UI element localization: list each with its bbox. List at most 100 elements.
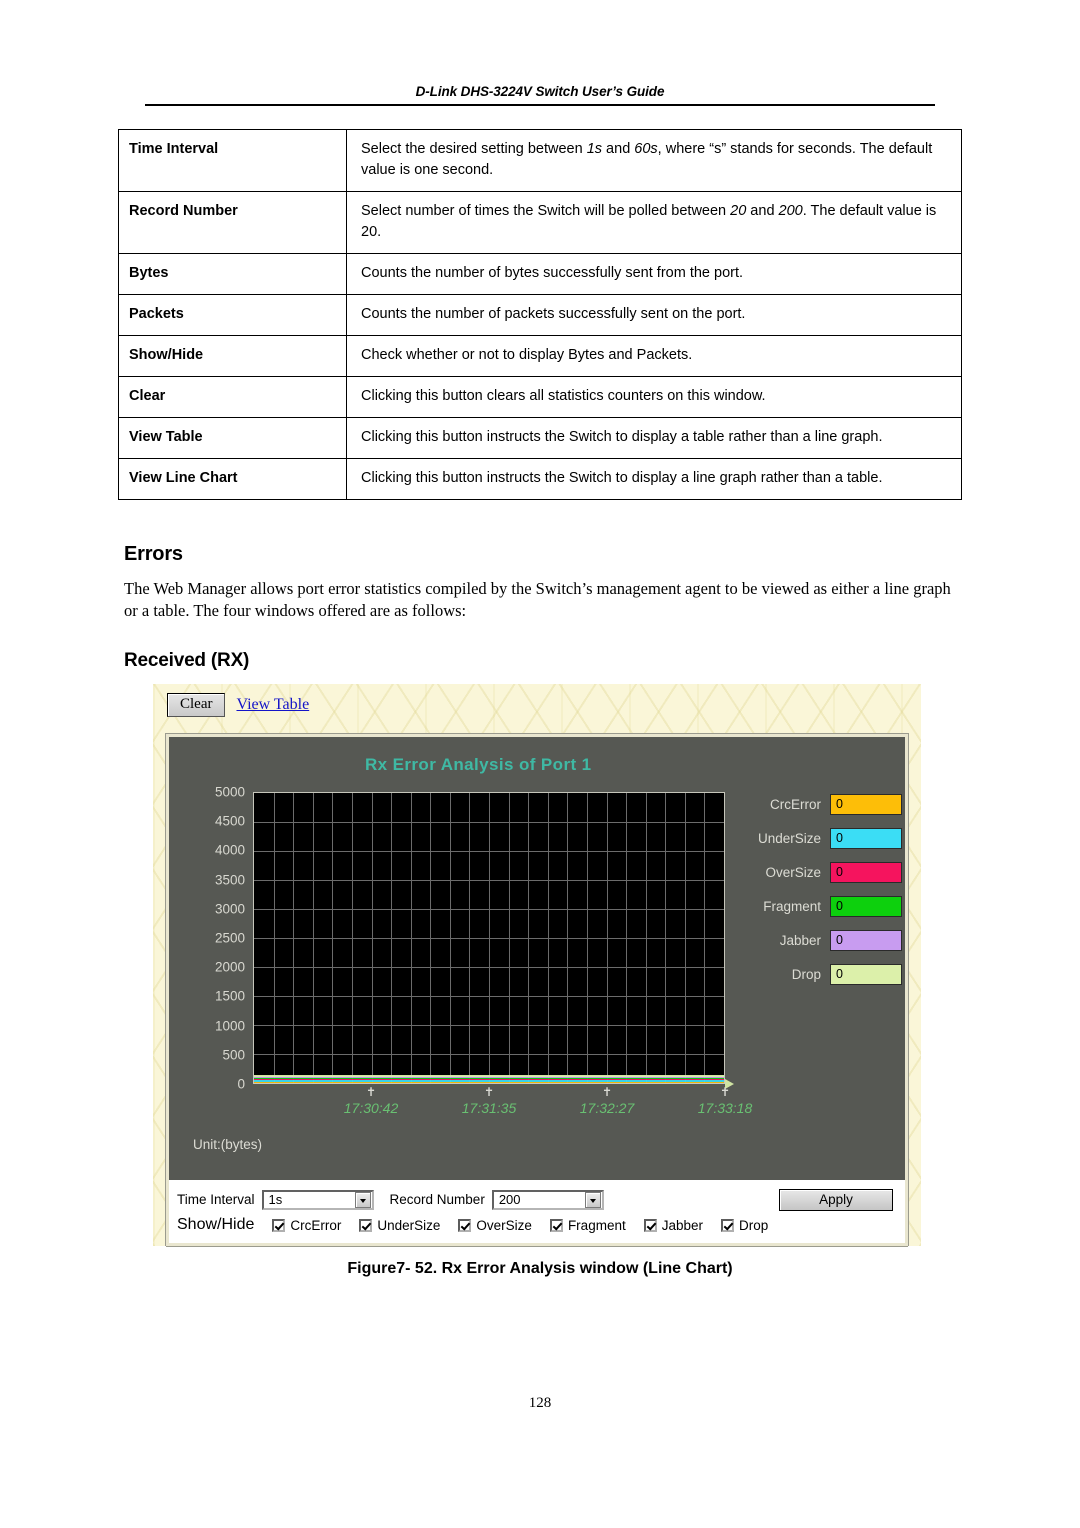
settings-row: Time Interval 1s Record Number 200 Apply [177, 1186, 897, 1213]
desc-text: Select number of times the Switch will b… [361, 203, 731, 220]
legend-label: CrcError [770, 796, 821, 812]
legend-item-drop: Drop 0 [747, 963, 902, 985]
term-time-interval: Time Interval [118, 128, 347, 193]
y-axis-labels: 5000 4500 4000 3500 3000 2500 2000 1500 1000 500 0 [191, 785, 245, 1092]
term-record-number: Record Number [118, 191, 347, 255]
legend-value-swatch: 0 [830, 861, 902, 883]
checkbox-label: Drop [739, 1217, 769, 1233]
gridline [254, 996, 724, 997]
x-tick: ✝ 17:30:42 [343, 1085, 399, 1116]
errors-paragraph: The Web Manager allows port error statis… [124, 579, 951, 621]
document-header-title: D-Link DHS-3224V Switch User’s Guide [415, 84, 665, 99]
table-row: Time Interval Select the desired setting… [118, 128, 962, 193]
parameter-definition-table: Time Interval Select the desired setting… [118, 128, 962, 501]
term-clear: Clear [118, 376, 347, 419]
y-tick-label: 2000 [214, 959, 245, 975]
rx-error-analysis-screenshot: Clear View Table Rx Error Analysis of Po… [153, 684, 921, 1246]
view-table-link[interactable]: View Table [236, 696, 309, 714]
time-interval-select[interactable]: 1s [261, 1189, 374, 1210]
gridline [254, 938, 724, 939]
checkbox-label: OverSize [476, 1217, 532, 1233]
horizontal-gridlines [254, 793, 724, 1083]
y-tick-label: 4000 [214, 842, 245, 858]
figure-caption: Figure7- 52. Rx Error Analysis window (L… [347, 1260, 733, 1277]
desc-italic-2: 60s [634, 141, 658, 157]
x-tick: ✝ 17:31:35 [461, 1085, 517, 1116]
term-view-line-chart: View Line Chart [118, 458, 347, 501]
x-tick: ✝ 17:32:27 [579, 1085, 635, 1116]
desc-view-line-chart: Clicking this button instructs the Switc… [346, 458, 962, 501]
legend-item-undersize: UnderSize 0 [747, 827, 902, 849]
desc-time-interval: Select the desired setting between 1s an… [346, 128, 962, 193]
legend-item-crcerror: CrcError 0 [747, 793, 902, 815]
checkbox-input[interactable] [549, 1218, 563, 1232]
desc-bytes: Counts the number of bytes successfully … [346, 253, 962, 296]
checkbox-label: Fragment [567, 1217, 626, 1233]
checkbox-input[interactable] [721, 1218, 734, 1232]
desc-view-table: Clicking this button instructs the Switc… [346, 417, 962, 460]
chevron-down-icon[interactable] [584, 1191, 601, 1208]
x-tick-label: 17:33:18 [697, 1100, 753, 1116]
tick-mark-icon: ✝ [601, 1085, 613, 1099]
record-number-select[interactable]: 200 [491, 1189, 604, 1210]
checkbox-oversize[interactable]: OverSize [458, 1218, 532, 1233]
checkbox-input[interactable] [359, 1218, 373, 1232]
desc-mid: and [746, 203, 779, 220]
y-tick-label: 3000 [214, 901, 245, 917]
y-tick-label: 0 [237, 1076, 245, 1092]
table-row: Bytes Counts the number of bytes success… [118, 253, 962, 296]
checkbox-input[interactable] [272, 1218, 286, 1232]
y-tick-label: 3500 [214, 872, 245, 888]
x-tick-label: 17:31:35 [461, 1100, 517, 1116]
table-row: View Line Chart Clicking this button ins… [118, 458, 962, 501]
gridline [254, 967, 724, 968]
checkbox-input[interactable] [458, 1218, 472, 1232]
series-line-drop [254, 1075, 724, 1077]
time-interval-value: 1s [268, 1192, 283, 1207]
checkbox-label: CrcError [290, 1217, 342, 1233]
record-number-value: 200 [498, 1192, 521, 1207]
y-tick-label: 4500 [214, 813, 245, 829]
show-hide-row: Show/Hide CrcError UnderSize OverSize Fragm… [177, 1213, 897, 1237]
x-tick-label: 17:30:42 [343, 1100, 399, 1116]
x-tick: ✝ 17:33:18 [697, 1086, 753, 1116]
desc-clear: Clicking this button clears all statisti… [346, 376, 962, 419]
apply-button[interactable]: Apply [779, 1188, 893, 1211]
checkbox-undersize[interactable]: UnderSize [359, 1218, 440, 1233]
chevron-down-icon[interactable] [354, 1191, 371, 1208]
show-hide-label: Show/Hide [177, 1216, 255, 1233]
desc-italic-1: 1s [586, 141, 603, 157]
screenshot-toolbar: Clear View Table [167, 693, 309, 717]
desc-mid: and [602, 141, 635, 157]
show-hide-checkbox-list: CrcError UnderSize OverSize Fragment Jabber D… [254, 1218, 768, 1233]
table-row: Record Number Select number of times the… [118, 191, 962, 255]
legend-item-fragment: Fragment 0 [747, 895, 902, 917]
page-header: D-Link DHS-3224V Switch User’s Guide [145, 84, 935, 106]
checkbox-input[interactable] [643, 1218, 657, 1232]
checkbox-jabber[interactable]: Jabber [643, 1218, 703, 1233]
tick-mark-icon: ✝ [483, 1085, 495, 1099]
y-tick-label: 2500 [214, 930, 245, 946]
chart-controls-form: Time Interval 1s Record Number 200 Apply… [166, 1180, 908, 1246]
checkbox-drop[interactable]: Drop [721, 1218, 768, 1233]
y-tick-label: 5000 [214, 784, 245, 800]
legend-label: OverSize [765, 864, 821, 880]
clear-button[interactable]: Clear [167, 693, 226, 717]
time-interval-label: Time Interval [177, 1192, 255, 1207]
checkbox-crcerror[interactable]: CrcError [272, 1218, 341, 1233]
checkbox-fragment[interactable]: Fragment [549, 1217, 626, 1233]
chart-panel: Rx Error Analysis of Port 1 5000 4500 4000… [166, 734, 908, 1230]
x-tick-label: 17:32:27 [579, 1100, 635, 1116]
desc-record-number: Select number of times the Switch will b… [346, 191, 962, 255]
term-show-hide: Show/Hide [118, 335, 347, 378]
table-row: View Table Clicking this button instruct… [118, 417, 962, 460]
chart-legend: CrcError 0 UnderSize 0 OverSize 0 Fragment 0 Jab… [747, 793, 902, 997]
legend-label: Drop [791, 966, 821, 982]
series-line-oversize [254, 1078, 724, 1081]
gridline [254, 1025, 724, 1026]
y-tick-label: 1000 [214, 1018, 245, 1034]
legend-label: Jabber [779, 932, 821, 948]
table-row: Show/Hide Check whether or not to displa… [118, 335, 962, 378]
tick-mark-icon: ✝ [365, 1085, 377, 1099]
y-tick-label: 1500 [214, 988, 245, 1004]
